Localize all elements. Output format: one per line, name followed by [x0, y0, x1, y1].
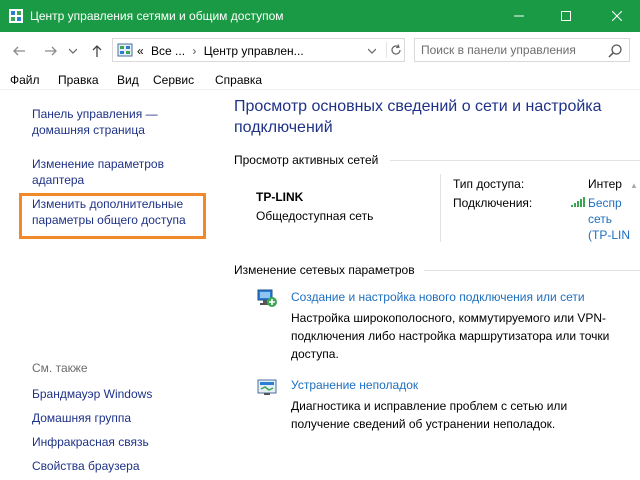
access-type-label: Тип доступа: — [453, 177, 525, 191]
active-networks-heading: Просмотр активных сетей — [234, 153, 379, 167]
title-bar: Центр управления сетями и общим доступом — [0, 0, 640, 32]
wireless-connection-link-line2[interactable]: сеть — [588, 212, 612, 226]
control-panel-home-link[interactable]: Панель управления — домашняя страница — [32, 106, 212, 138]
wifi-signal-icon — [571, 197, 585, 207]
search-input[interactable] — [421, 42, 601, 58]
vertical-divider — [440, 174, 441, 242]
control-panel-icon — [117, 43, 133, 57]
search-box[interactable] — [414, 38, 630, 62]
main-content-pane: Просмотр основных сведений о сети и наст… — [216, 91, 640, 480]
network-name: TP-LINK — [256, 190, 304, 204]
chevron-down-icon — [367, 48, 377, 54]
browser-properties-link[interactable]: Свойства браузера — [32, 458, 212, 474]
infrared-link[interactable]: Инфракрасная связь — [32, 434, 212, 450]
arrow-right-icon — [45, 46, 57, 56]
troubleshoot-icon — [257, 379, 277, 395]
breadcrumb-all-items[interactable]: Все ... — [151, 44, 185, 58]
minimize-icon — [514, 15, 524, 17]
menu-tools[interactable]: Сервис — [153, 73, 194, 87]
menu-file[interactable]: Файл — [10, 73, 40, 87]
troubleshoot-description: Диагностика и исправление проблем с сеть… — [291, 399, 568, 431]
connections-label: Подключения: — [453, 196, 533, 210]
network-type-link: Общедоступная сеть — [256, 209, 374, 223]
homegroup-link[interactable]: Домашняя группа — [32, 410, 212, 426]
access-type-value: Интер — [588, 177, 622, 191]
chevron-down-icon — [69, 48, 77, 54]
network-setup-icon — [257, 289, 277, 307]
network-center-icon — [9, 9, 23, 23]
maximize-button[interactable] — [543, 0, 589, 32]
troubleshoot-link[interactable]: Устранение неполадок — [291, 378, 418, 392]
wireless-connection-link-line3[interactable]: (TP-LIN — [588, 228, 630, 242]
window-title: Центр управления сетями и общим доступом — [30, 9, 284, 23]
back-button[interactable] — [10, 42, 28, 60]
wireless-connection-link[interactable]: Беспр — [588, 196, 622, 210]
arrow-left-icon — [13, 46, 25, 56]
page-title: Просмотр основных сведений о сети и наст… — [234, 98, 602, 136]
up-button[interactable] — [88, 42, 106, 60]
section-divider — [424, 270, 640, 271]
change-settings-heading: Изменение сетевых параметров — [234, 263, 415, 277]
close-icon — [612, 11, 622, 21]
menu-help[interactable]: Справка — [215, 73, 262, 87]
refresh-icon — [390, 44, 401, 55]
change-adapter-settings-link[interactable]: Изменение параметров адаптера — [32, 156, 212, 188]
breadcrumb-overflow[interactable]: « — [137, 44, 144, 58]
address-bar[interactable]: « Все ... › Центр управлен... — [112, 38, 405, 62]
left-navigation-pane: Панель управления — домашняя страница Из… — [0, 91, 216, 480]
menu-bar: Файл Правка Вид Сервис Справка — [0, 70, 640, 90]
scroll-up-icon[interactable]: ▲ — [630, 181, 638, 193]
search-icon[interactable] — [607, 43, 623, 59]
menu-view[interactable]: Вид — [117, 73, 139, 87]
address-history-button[interactable] — [367, 47, 377, 56]
section-divider — [390, 160, 640, 161]
see-also-heading: См. также — [32, 361, 88, 375]
forward-button[interactable] — [42, 42, 60, 60]
recent-locations-button[interactable] — [64, 42, 82, 60]
setup-connection-description: Настройка широкополосного, коммутируемог… — [291, 311, 610, 361]
setup-connection-link[interactable]: Создание и настройка нового подключения … — [291, 290, 585, 304]
minimize-button[interactable] — [496, 0, 542, 32]
refresh-button[interactable] — [386, 42, 404, 58]
arrow-up-icon — [92, 45, 102, 57]
breadcrumb-separator-icon[interactable]: › — [188, 44, 200, 58]
breadcrumb-network-center[interactable]: Центр управлен... — [204, 44, 304, 58]
navigation-bar: « Все ... › Центр управлен... — [0, 32, 640, 70]
close-button[interactable] — [594, 0, 640, 32]
maximize-icon — [561, 11, 571, 21]
menu-edit[interactable]: Правка — [58, 73, 99, 87]
advanced-sharing-settings-link[interactable]: Изменить дополнительные параметры общего… — [32, 196, 212, 228]
windows-firewall-link[interactable]: Брандмауэр Windows — [32, 386, 212, 402]
